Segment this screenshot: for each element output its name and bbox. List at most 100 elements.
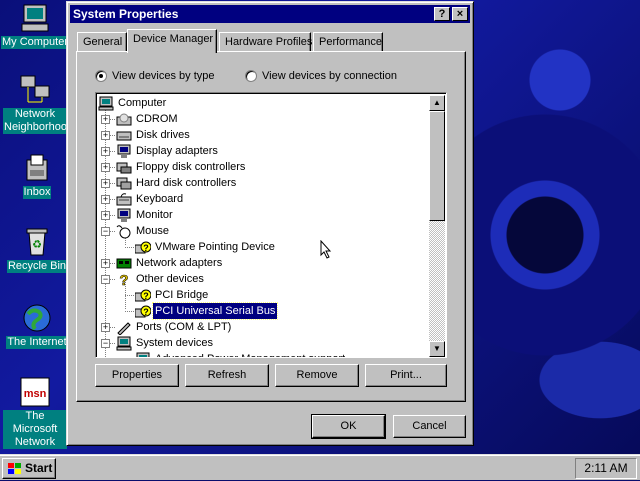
unknown-device-icon: ? [134, 288, 152, 302]
collapse-icon[interactable]: − [101, 227, 110, 236]
expand-icon[interactable]: + [101, 195, 110, 204]
device-tree-row[interactable]: + Floppy disk controllers [96, 159, 426, 175]
network-adapter-icon [116, 256, 132, 270]
expand-icon[interactable]: + [101, 323, 110, 332]
scroll-down-button[interactable]: ▼ [429, 341, 445, 357]
expand-icon[interactable]: + [101, 259, 110, 268]
device-tree-label: Disk drives [136, 129, 190, 141]
desktop-icon-my-computer[interactable]: My Computer [0, 2, 70, 49]
unknown-device-icon: ? [134, 304, 152, 318]
device-tree-label: Network adapters [136, 257, 223, 269]
desktop-icon-label: Inbox [22, 186, 52, 199]
device-tree-row[interactable]: + Display adapters [96, 143, 426, 159]
scroll-thumb[interactable] [429, 111, 445, 221]
device-tree-label: Other devices [136, 273, 204, 285]
desktop-icon-label: The Microsoft Network [3, 410, 67, 449]
device-tree-row[interactable]: ? PCI Bridge [96, 287, 426, 303]
view-by-connection-label[interactable]: View devices by connection [262, 70, 397, 82]
computer-icon [98, 96, 114, 111]
keyboard-icon [116, 192, 132, 206]
taskbar: Start 2:11 AM [0, 454, 640, 480]
device-tree-row[interactable]: − Mouse [96, 223, 426, 239]
view-by-type-label[interactable]: View devices by type [112, 70, 215, 82]
title-bar[interactable]: System Properties ? × [70, 5, 470, 23]
device-tree-row[interactable]: + Network adapters [96, 255, 426, 271]
msn-icon: msn [19, 376, 51, 408]
tab-performance[interactable]: Performance [313, 32, 383, 52]
svg-text:?: ? [143, 291, 149, 301]
ok-button[interactable]: OK [311, 414, 386, 439]
mouse-icon [116, 224, 132, 239]
desktop-icon-label: Network Neighborhood [3, 108, 74, 134]
desktop-icon-label: My Computer [0, 36, 70, 49]
device-tree-label: Mouse [136, 225, 170, 237]
cancel-button[interactable]: Cancel [393, 415, 466, 438]
desktop-icon-label: The Internet [6, 336, 68, 349]
device-tree-row[interactable]: + Disk drives [96, 127, 426, 143]
expand-icon[interactable]: + [101, 115, 110, 124]
display-adapter-icon [116, 144, 132, 158]
cdrom-icon [116, 112, 132, 126]
device-tree-row[interactable]: + Monitor [96, 207, 426, 223]
collapse-icon[interactable]: − [101, 339, 110, 348]
device-tree-label: PCI Bridge [155, 289, 209, 301]
remove-button[interactable]: Remove [275, 364, 359, 387]
device-tree-label: Hard disk controllers [136, 177, 237, 189]
device-tree-row[interactable]: −? Other devices [96, 271, 426, 290]
tab-general[interactable]: General [77, 32, 127, 52]
device-tree-row[interactable]: + Keyboard [96, 191, 426, 207]
start-button[interactable]: Start [2, 458, 56, 479]
tab-hardware-profiles[interactable]: Hardware Profiles [219, 32, 312, 52]
device-tree-label: System devices [136, 337, 214, 349]
desktop-icon-the-internet[interactable]: The Internet [2, 302, 72, 349]
properties-button[interactable]: Properties [95, 364, 179, 387]
expand-icon[interactable]: + [101, 211, 110, 220]
svg-text:?: ? [143, 243, 149, 253]
close-button[interactable]: × [452, 7, 468, 21]
desktop-icon-msn[interactable]: msn The Microsoft Network [0, 376, 70, 449]
print-button[interactable]: Print... [365, 364, 447, 387]
device-tree-label: Floppy disk controllers [136, 161, 246, 173]
device-tree-row[interactable]: Computer [96, 95, 426, 111]
system-tray: 2:11 AM [575, 458, 637, 479]
tree-scrollbar[interactable]: ▲ ▼ [429, 95, 445, 357]
desktop-icon-inbox[interactable]: Inbox [2, 152, 72, 199]
floppy-controller-icon [116, 160, 132, 174]
device-tree-row[interactable]: Advanced Power Management support [96, 351, 426, 357]
expand-icon[interactable]: + [101, 163, 110, 172]
recycle-bin-icon: ♻ [21, 226, 53, 258]
scroll-up-button[interactable]: ▲ [429, 95, 445, 111]
device-tree-label: CDROM [136, 113, 178, 125]
desktop-icon-network-neighborhood[interactable]: Network Neighborhood [0, 74, 74, 134]
expand-icon[interactable]: + [101, 147, 110, 156]
tree-connector [125, 295, 134, 296]
help-button[interactable]: ? [434, 7, 450, 21]
view-by-connection-radio[interactable] [245, 70, 257, 82]
hard-disk-controller-icon [116, 176, 132, 190]
computer-icon [116, 336, 132, 351]
collapse-icon[interactable]: − [101, 275, 110, 284]
view-by-type-radio[interactable] [95, 70, 107, 82]
start-label: Start [25, 461, 53, 475]
refresh-button[interactable]: Refresh [185, 364, 269, 387]
desktop-icon-recycle-bin[interactable]: ♻ Recycle Bin [2, 226, 72, 273]
device-tree-row[interactable]: + Hard disk controllers [96, 175, 426, 191]
device-tree-row[interactable]: − System devices [96, 335, 426, 351]
clock[interactable]: 2:11 AM [584, 461, 627, 475]
internet-icon [21, 302, 53, 334]
computer-icon [19, 2, 51, 34]
device-tree-row[interactable]: + CDROM [96, 111, 426, 127]
question-icon: ? [116, 272, 132, 290]
tab-device-manager[interactable]: Device Manager [127, 29, 217, 53]
windows-logo-icon [7, 462, 23, 481]
device-tree-row[interactable]: ? VMware Pointing Device [96, 239, 426, 255]
expand-icon[interactable]: + [101, 179, 110, 188]
device-tree-label: Display adapters [136, 145, 218, 157]
device-tree-row[interactable]: ? PCI Universal Serial Bus [96, 302, 426, 320]
expand-icon[interactable]: + [101, 131, 110, 140]
device-tree[interactable]: Computer + CDROM + Disk drives + Display adapt… [95, 92, 447, 358]
device-tree-label: Ports (COM & LPT) [136, 321, 232, 333]
device-tree-row[interactable]: + Ports (COM & LPT) [96, 319, 426, 336]
svg-text:♻: ♻ [32, 239, 42, 251]
device-tree-label: Advanced Power Management support [153, 351, 347, 357]
